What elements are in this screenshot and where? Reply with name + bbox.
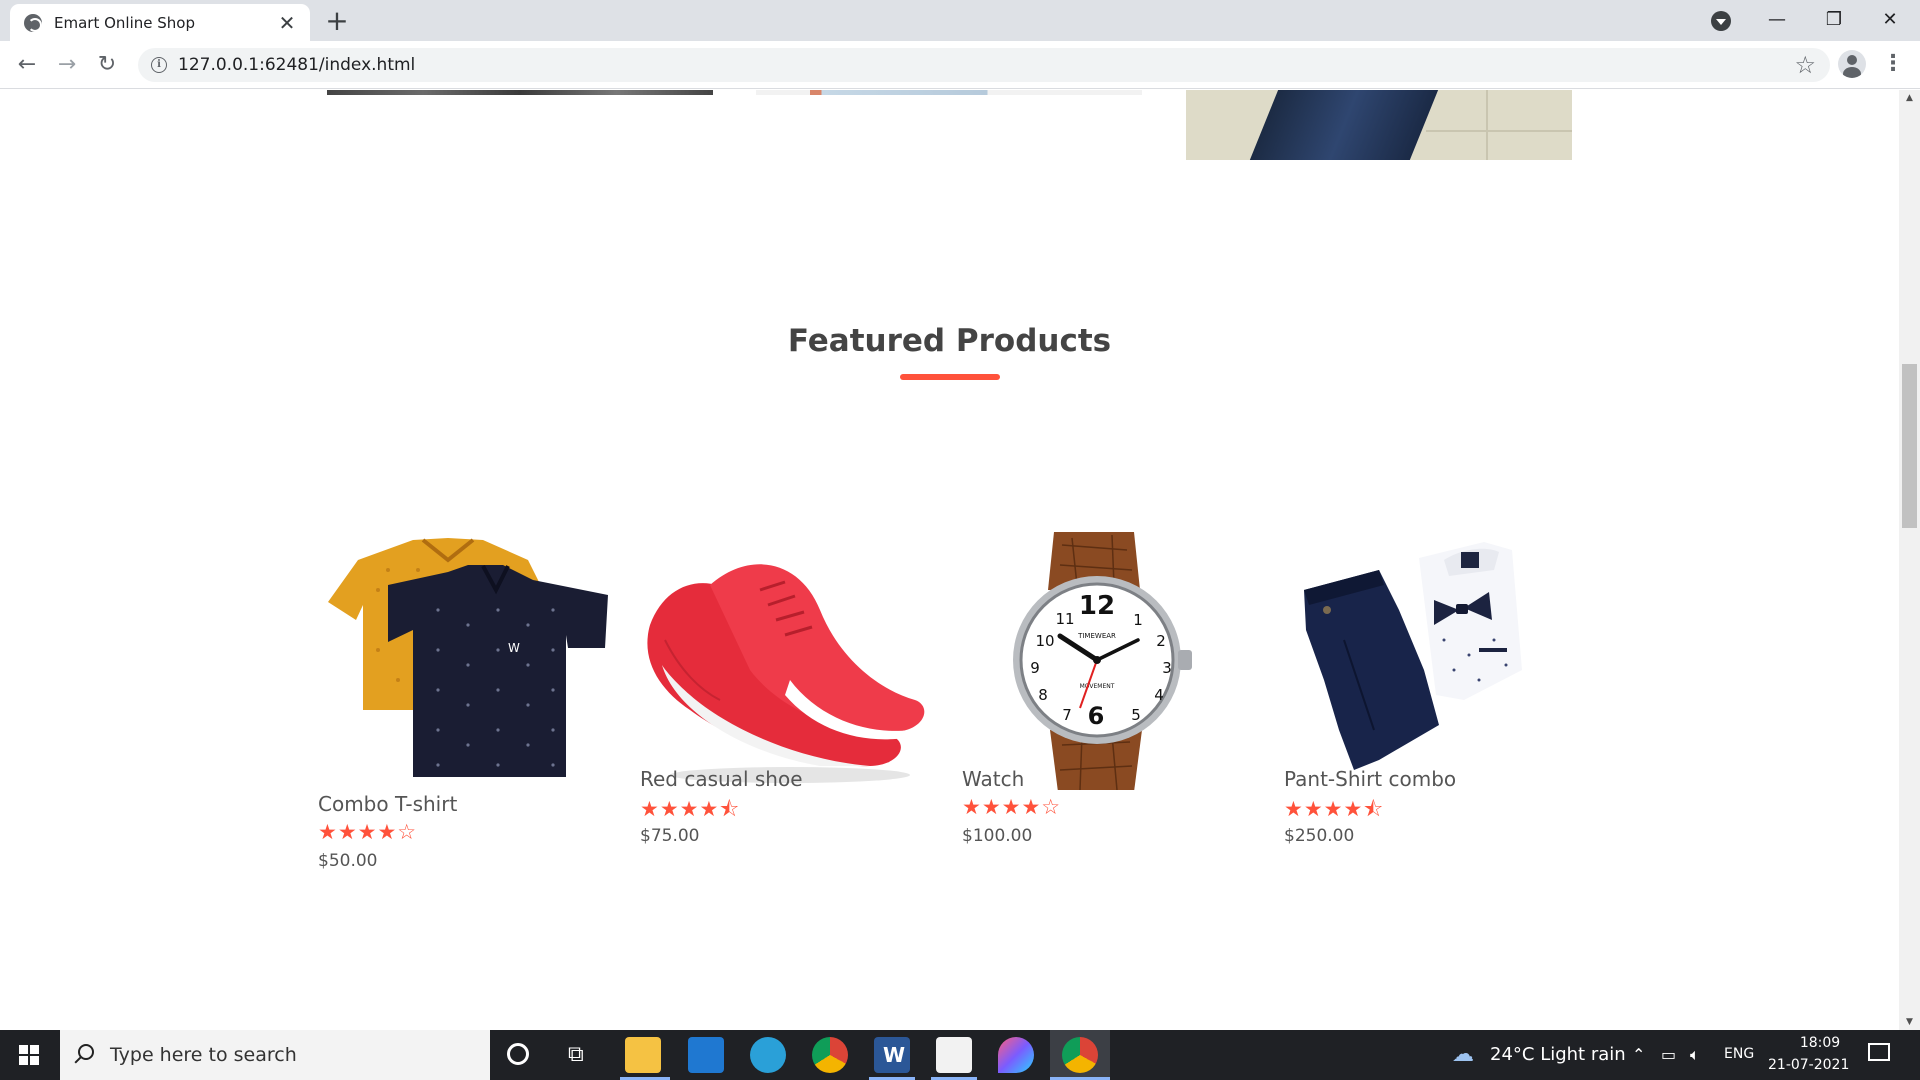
product-rating: ★★★★☆ <box>318 820 418 844</box>
task-view-icon[interactable]: ⧉ <box>568 1042 584 1067</box>
chrome-icon <box>1062 1037 1098 1073</box>
product-name[interactable]: Pant-Shirt combo <box>1284 767 1456 791</box>
svg-text:9: 9 <box>1030 659 1040 677</box>
tab-title: Emart Online Shop <box>54 13 195 32</box>
site-info-icon[interactable]: i <box>151 57 167 73</box>
windows-taskbar: Type here to search ⧉ W ☁ 24°C Light rai… <box>0 1030 1920 1080</box>
back-button[interactable]: ← <box>12 50 42 80</box>
edge-icon[interactable] <box>750 1037 786 1073</box>
globe-icon <box>24 13 42 32</box>
mail-icon[interactable] <box>688 1037 724 1073</box>
product-name[interactable]: Combo T-shirt <box>318 792 457 816</box>
clock-time[interactable]: 18:09 <box>1790 1035 1850 1051</box>
new-tab-button[interactable]: + <box>322 7 352 37</box>
svg-text:1: 1 <box>1133 611 1143 629</box>
battery-icon[interactable]: ▭ <box>1661 1045 1676 1064</box>
product-rating: ★★★★⯪ <box>640 797 741 821</box>
url-text[interactable]: 127.0.0.1:62481/index.html <box>178 55 415 75</box>
svg-text:W: W <box>508 641 520 655</box>
volume-icon[interactable]: 🔈︎ <box>1690 1045 1700 1065</box>
category-image-3 <box>1186 90 1572 160</box>
app-icon[interactable] <box>936 1037 972 1073</box>
clock-date[interactable]: 21-07-2021 <box>1768 1057 1849 1073</box>
taskbar-search-box[interactable]: Type here to search <box>60 1030 490 1080</box>
address-bar[interactable]: i 127.0.0.1:62481/index.html ☆ <box>138 48 1830 82</box>
tray-chevron-icon[interactable]: ⌃ <box>1632 1045 1645 1064</box>
product-rating: ★★★★☆ <box>962 795 1062 819</box>
svg-text:3: 3 <box>1162 659 1172 677</box>
svg-text:MOVEMENT: MOVEMENT <box>1080 683 1115 690</box>
windows-logo-icon <box>19 1045 28 1054</box>
page-viewport: Featured Products W Combo T-shirt ★★★★☆ … <box>0 90 1899 1030</box>
reload-button[interactable]: ↻ <box>92 50 122 80</box>
browser-tab-strip: Emart Online Shop ✕ + — ❐ ✕ <box>0 0 1920 41</box>
svg-text:6: 6 <box>1088 702 1105 730</box>
scroll-up-arrow-icon[interactable]: ▲ <box>1899 90 1920 106</box>
file-explorer-icon[interactable] <box>625 1037 661 1073</box>
tab-close-icon[interactable]: ✕ <box>276 12 298 34</box>
browser-tab[interactable]: Emart Online Shop ✕ <box>10 4 310 41</box>
restore-button[interactable]: ❐ <box>1814 6 1854 34</box>
search-icon <box>78 1044 94 1060</box>
forward-button[interactable]: → <box>52 50 82 80</box>
cortana-icon[interactable] <box>507 1043 529 1065</box>
scroll-down-arrow-icon[interactable]: ▼ <box>1899 1014 1920 1030</box>
browser-toolbar: ← → ↻ i 127.0.0.1:62481/index.html ☆ <box>0 41 1920 89</box>
product-name[interactable]: Red casual shoe <box>640 767 803 791</box>
close-window-button[interactable]: ✕ <box>1870 6 1910 34</box>
paint-icon[interactable] <box>998 1037 1034 1073</box>
product-price: $50.00 <box>318 851 378 871</box>
word-icon[interactable]: W <box>874 1037 910 1073</box>
product-rating: ★★★★⯪ <box>1284 797 1385 821</box>
notification-icon[interactable] <box>1868 1043 1890 1061</box>
category-image-2 <box>756 90 1142 95</box>
browser-menu-icon[interactable]: ⋮ <box>1882 52 1904 76</box>
chrome-icon[interactable] <box>812 1037 848 1073</box>
product-price: $75.00 <box>640 826 700 846</box>
page-scrollbar[interactable]: ▲ ▼ <box>1899 90 1920 1030</box>
svg-text:7: 7 <box>1062 706 1072 724</box>
svg-text:2: 2 <box>1156 632 1166 650</box>
weather-text[interactable]: 24°C Light rain <box>1490 1044 1626 1065</box>
product-price: $250.00 <box>1284 826 1355 846</box>
red-shoe-image[interactable] <box>640 530 930 790</box>
bookmark-star-icon[interactable]: ☆ <box>1794 51 1816 79</box>
search-placeholder[interactable]: Type here to search <box>110 1044 297 1066</box>
svg-text:4: 4 <box>1154 686 1164 704</box>
pant-shirt-image[interactable] <box>1284 530 1574 790</box>
svg-text:12: 12 <box>1079 591 1115 621</box>
product-price: $100.00 <box>962 826 1033 846</box>
watch-image[interactable]: 12 6 1 2 3 4 5 7 8 9 10 11 TIMEWEAR MOVE… <box>962 530 1252 790</box>
svg-text:8: 8 <box>1038 686 1048 704</box>
title-underline <box>900 374 1000 380</box>
svg-text:5: 5 <box>1131 706 1141 724</box>
account-icon[interactable] <box>1838 50 1866 78</box>
language-indicator[interactable]: ENG <box>1724 1046 1754 1062</box>
minimize-button[interactable]: — <box>1757 6 1797 34</box>
svg-text:11: 11 <box>1055 610 1074 628</box>
polo-tshirt-image[interactable]: W <box>318 530 608 790</box>
weather-icon[interactable]: ☁ <box>1452 1042 1474 1067</box>
chrome-active-tile[interactable] <box>1050 1030 1110 1080</box>
category-image-1 <box>327 90 713 95</box>
svg-text:TIMEWEAR: TIMEWEAR <box>1077 632 1116 640</box>
product-name[interactable]: Watch <box>962 767 1024 791</box>
scrollbar-thumb[interactable] <box>1902 364 1917 528</box>
start-button[interactable] <box>0 1030 60 1080</box>
tab-search-icon[interactable] <box>1711 11 1731 31</box>
section-title: Featured Products <box>787 323 1112 359</box>
svg-text:10: 10 <box>1035 632 1054 650</box>
